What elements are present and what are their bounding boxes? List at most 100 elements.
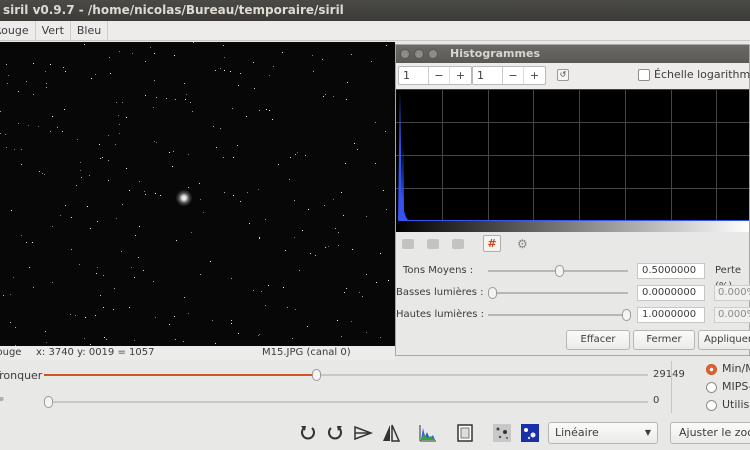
clear-button[interactable]: Effacer [566, 330, 630, 350]
chevron-down-icon: ▼ [644, 428, 651, 437]
star [184, 83, 185, 84]
adjust-icon[interactable]: ⚙ [517, 237, 528, 251]
tab-red[interactable]: Rouge [0, 21, 36, 40]
tab-blue[interactable]: Bleu [71, 21, 109, 40]
star [103, 307, 104, 308]
toolbar-icon-2[interactable] [427, 239, 439, 249]
star [215, 343, 216, 344]
star [346, 288, 347, 289]
plus-icon[interactable]: + [450, 67, 471, 84]
mirror-vertical-icon[interactable] [381, 423, 401, 443]
rotate-left-icon[interactable] [299, 424, 317, 442]
star [231, 320, 232, 321]
histogram-icon[interactable] [418, 423, 438, 443]
high-slider-handle[interactable] [311, 369, 321, 381]
close-button[interactable]: Fermer [633, 330, 695, 350]
low-slider-track[interactable] [44, 401, 648, 403]
layer-spinner-1[interactable]: 1 − + [398, 66, 472, 85]
star-field-icon[interactable] [492, 423, 512, 443]
radio-mips[interactable] [706, 382, 717, 393]
star [33, 63, 34, 64]
star [122, 102, 123, 103]
image-info-icon[interactable] [456, 423, 474, 443]
star [344, 292, 345, 293]
tab-green[interactable]: Vert [36, 21, 71, 40]
low-slider-handle[interactable] [44, 396, 53, 408]
grid-icon[interactable]: # [483, 235, 501, 252]
toolbar-icon-3[interactable] [452, 239, 464, 249]
log-scale-label: Échelle logarithmique [654, 68, 750, 81]
star [155, 317, 156, 318]
radio-user[interactable] [706, 400, 717, 411]
star [155, 193, 156, 194]
separator [671, 361, 672, 413]
star [259, 334, 260, 335]
histogram-window: Histogrammes 1 − + 1 − + ↺ Échelle logar… [395, 44, 750, 356]
star [102, 157, 103, 158]
shadows-field[interactable]: 0.0000000 [637, 285, 705, 301]
star [0, 133, 1, 134]
star [322, 59, 323, 60]
plus-icon[interactable]: + [524, 67, 545, 84]
star [366, 216, 367, 217]
mirror-horizontal-icon[interactable] [353, 424, 373, 442]
star [325, 247, 326, 248]
layer-spinner-2[interactable]: 1 − + [472, 66, 546, 85]
window-title-bar: siril v0.9.7 - /home/nicolas/Bureau/temp… [0, 0, 750, 21]
star [375, 163, 376, 164]
shadows-label: Basses lumières : [396, 287, 484, 298]
log-scale-checkbox[interactable] [638, 69, 650, 81]
spinner-1-value[interactable]: 1 [399, 67, 429, 84]
color-image-icon[interactable] [520, 423, 540, 443]
spinner-2-value[interactable]: 1 [473, 67, 503, 84]
star [333, 199, 334, 200]
star [258, 335, 259, 336]
star [145, 95, 146, 96]
minimize-icon[interactable] [414, 49, 424, 59]
star [26, 81, 27, 82]
star [91, 78, 92, 79]
star [153, 281, 154, 282]
shadows-slider-handle[interactable] [488, 287, 497, 299]
highlights-slider-handle[interactable] [622, 309, 631, 321]
image-viewport[interactable] [0, 42, 395, 346]
display-mode-select[interactable]: Linéaire ▼ [548, 422, 658, 444]
star [386, 209, 387, 210]
star [18, 91, 19, 92]
star [259, 238, 260, 239]
star [224, 192, 225, 193]
star [62, 131, 63, 132]
high-value: 29149 [653, 369, 685, 380]
star [285, 250, 286, 251]
minus-icon[interactable]: − [429, 67, 450, 84]
shadows-track[interactable] [488, 292, 628, 294]
midtones-slider-handle[interactable] [555, 265, 564, 277]
reset-icon[interactable]: ↺ [557, 69, 569, 81]
star [129, 190, 130, 191]
star [70, 314, 71, 315]
star [283, 287, 284, 288]
maximize-icon[interactable] [428, 49, 438, 59]
minus-icon[interactable]: − [503, 67, 524, 84]
star [119, 51, 120, 52]
star [154, 80, 155, 81]
toolbar-icon-1[interactable] [402, 239, 414, 249]
rotate-right-icon[interactable] [326, 424, 344, 442]
star [249, 223, 250, 224]
star [362, 296, 363, 297]
fit-zoom-button[interactable]: Ajuster le zoom [670, 422, 750, 444]
highlights-track[interactable] [488, 314, 628, 316]
shadows-loss-field: 0.000% [714, 285, 750, 301]
highlights-field[interactable]: 1.0000000 [637, 307, 705, 323]
star [343, 215, 344, 216]
star-cluster [176, 190, 192, 206]
radio-minmax[interactable] [706, 364, 717, 375]
star [185, 99, 186, 100]
star [341, 192, 342, 193]
midtones-field[interactable]: 0.5000000 [637, 263, 705, 279]
star [366, 332, 367, 333]
star [346, 99, 347, 100]
apply-button[interactable]: Appliquer [698, 330, 750, 350]
close-icon[interactable] [400, 49, 410, 59]
star [153, 107, 154, 108]
